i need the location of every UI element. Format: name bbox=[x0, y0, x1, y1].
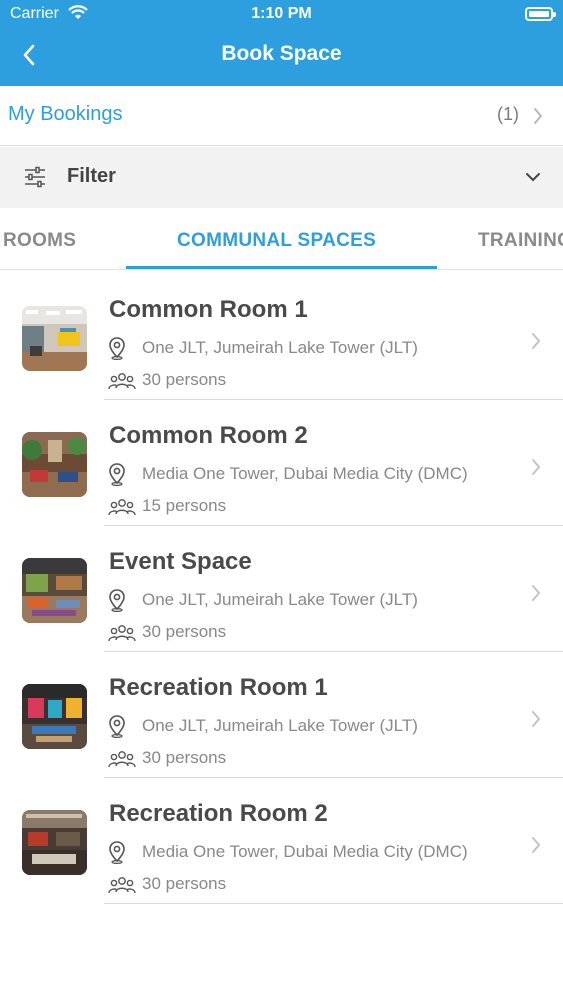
space-capacity: 30 persons bbox=[142, 622, 227, 641]
page-title: Book Space bbox=[221, 42, 342, 65]
list-item[interactable]: Common Room 1 One JLT, Jumeirah Lake Tow… bbox=[0, 272, 563, 400]
clock: 1:10 PM bbox=[251, 5, 312, 22]
location-pin-icon bbox=[109, 841, 125, 864]
chevron-right-icon bbox=[534, 108, 543, 124]
my-bookings-row[interactable]: My Bookings (1) bbox=[0, 86, 563, 146]
location-pin-icon bbox=[109, 715, 125, 738]
active-tab-indicator bbox=[126, 266, 437, 269]
chevron-right-icon bbox=[532, 585, 541, 601]
space-capacity: 15 persons bbox=[142, 496, 227, 515]
people-icon bbox=[108, 373, 136, 390]
tab-training[interactable]: TRAINING bbox=[478, 230, 563, 252]
space-thumbnail bbox=[22, 684, 87, 749]
space-name: Common Room 1 bbox=[109, 296, 308, 323]
space-location: Media One Tower, Dubai Media City (DMC) bbox=[142, 842, 468, 861]
list-item[interactable]: Common Room 2 Media One Tower, Dubai Med… bbox=[0, 398, 563, 526]
divider bbox=[104, 903, 563, 904]
filter-label: Filter bbox=[67, 165, 116, 187]
space-location: One JLT, Jumeirah Lake Tower (JLT) bbox=[142, 716, 418, 735]
space-thumbnail bbox=[22, 306, 87, 371]
space-capacity: 30 persons bbox=[142, 874, 227, 893]
chevron-down-icon bbox=[526, 173, 540, 182]
location-pin-icon bbox=[109, 589, 125, 612]
list-item[interactable]: Event Space One JLT, Jumeirah Lake Tower… bbox=[0, 524, 563, 652]
people-icon bbox=[108, 877, 136, 894]
space-location: One JLT, Jumeirah Lake Tower (JLT) bbox=[142, 338, 418, 357]
space-name: Recreation Room 2 bbox=[109, 800, 328, 827]
space-name: Event Space bbox=[109, 548, 252, 575]
chevron-right-icon bbox=[532, 333, 541, 349]
space-thumbnail bbox=[22, 432, 87, 497]
space-name: Recreation Room 1 bbox=[109, 674, 328, 701]
space-location: Media One Tower, Dubai Media City (DMC) bbox=[142, 464, 468, 483]
status-bar: Carrier 1:10 PM bbox=[0, 0, 563, 30]
sliders-icon bbox=[25, 166, 45, 188]
space-type-tabs: ROOMS COMMUNAL SPACES TRAINING bbox=[0, 208, 563, 270]
tab-rooms[interactable]: ROOMS bbox=[3, 230, 76, 252]
space-capacity: 30 persons bbox=[142, 370, 227, 389]
space-thumbnail bbox=[22, 558, 87, 623]
chevron-right-icon bbox=[532, 837, 541, 853]
location-pin-icon bbox=[109, 463, 125, 486]
space-capacity: 30 persons bbox=[142, 748, 227, 767]
navigation-header: Carrier 1:10 PM Book Space bbox=[0, 0, 563, 86]
people-icon bbox=[108, 499, 136, 516]
space-name: Common Room 2 bbox=[109, 422, 308, 449]
chevron-right-icon bbox=[532, 711, 541, 727]
people-icon bbox=[108, 751, 136, 768]
filter-bar[interactable]: Filter bbox=[0, 147, 563, 208]
tab-communal-spaces[interactable]: COMMUNAL SPACES bbox=[177, 230, 376, 252]
chevron-right-icon bbox=[532, 459, 541, 475]
my-bookings-label: My Bookings bbox=[8, 103, 123, 125]
bookings-count: (1) bbox=[497, 104, 519, 124]
space-location: One JLT, Jumeirah Lake Tower (JLT) bbox=[142, 590, 418, 609]
location-pin-icon bbox=[109, 337, 125, 360]
space-thumbnail bbox=[22, 810, 87, 875]
list-item[interactable]: Recreation Room 1 One JLT, Jumeirah Lake… bbox=[0, 650, 563, 778]
battery-icon bbox=[525, 7, 556, 21]
list-item[interactable]: Recreation Room 2 Media One Tower, Dubai… bbox=[0, 776, 563, 904]
people-icon bbox=[108, 625, 136, 642]
